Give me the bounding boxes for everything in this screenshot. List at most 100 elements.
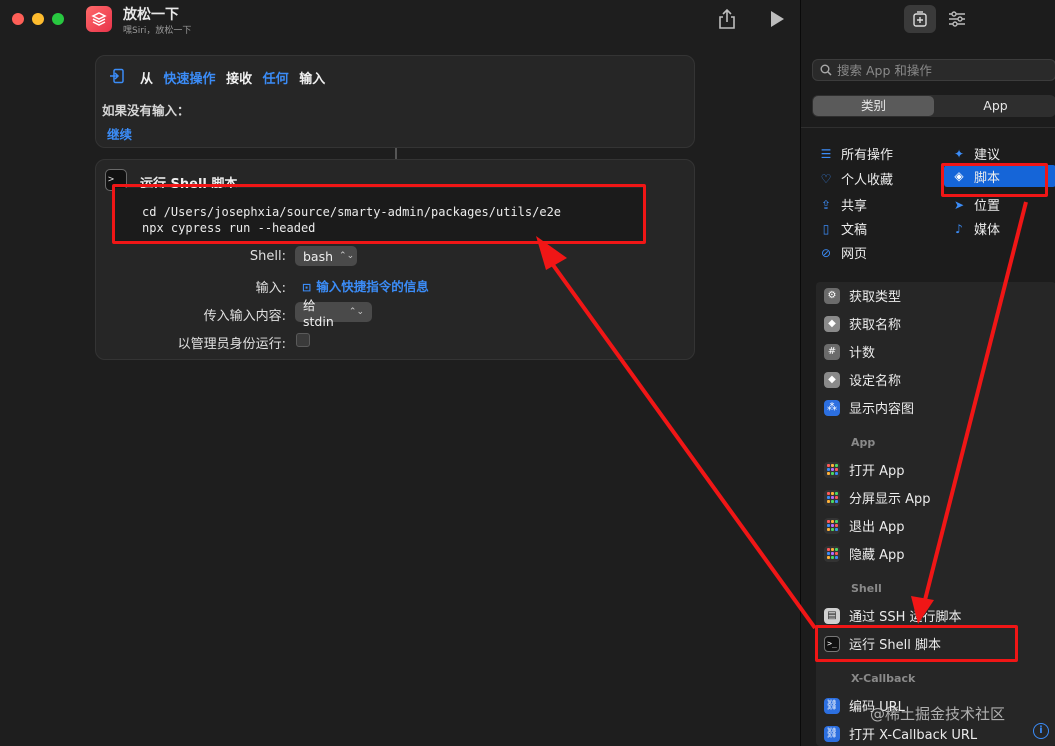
sliders-icon[interactable] (946, 8, 968, 30)
shortcut-title[interactable]: 放松一下 (123, 4, 179, 24)
run-as-admin-checkbox[interactable] (296, 333, 310, 347)
category-label: 脚本 (974, 170, 1001, 186)
source-token[interactable]: 快速操作 (164, 72, 216, 87)
pass-input-select[interactable]: 给 stdin ⌃⌄ (295, 298, 372, 329)
library-segmented-control: 类别 App (812, 95, 1055, 117)
action-label: 获取类型 (849, 290, 902, 305)
action-label: 退出 App (849, 520, 905, 535)
terminal-icon: >_ (824, 635, 840, 652)
terminal-icon: ▤ (824, 607, 840, 624)
shortcut-input-token[interactable]: ⊡ 输入快捷指令的信息 (302, 276, 429, 295)
action-open-xcallback-url[interactable]: ⛓ 打开 X-Callback URL (824, 724, 977, 743)
action-split-screen-app[interactable]: 分屏显示 App (824, 488, 931, 507)
shell-label: Shell: (249, 249, 286, 264)
action-list: ⚙ 获取类型 ◆ 获取名称 # 计数 ◆ 设定名称 ⁂ 显示内容图 App 打开 App … (816, 282, 1055, 746)
document-icon: ▯ (822, 221, 830, 236)
action-get-name[interactable]: ◆ 获取名称 (824, 314, 901, 333)
action-quit-app[interactable]: 退出 App (824, 516, 905, 535)
receive-label: 接收 (226, 72, 253, 87)
category-all-actions[interactable]: ☰ 所有操作 (819, 144, 894, 164)
receive-input-sentence: 从 快速操作 接收 任何 输入 (140, 68, 331, 87)
action-set-name[interactable]: ◆ 设定名称 (824, 370, 901, 389)
watermark: @稀土掘金技术社区 (870, 705, 1006, 723)
action-hide-app[interactable]: 隐藏 App (824, 544, 905, 563)
script-line: cd /Users/josephxia/source/smarty-admin/… (142, 205, 562, 219)
category-label: 共享 (841, 199, 868, 214)
category-label: 所有操作 (841, 148, 894, 163)
editor-pane: 放松一下 嘿Siri，放松一下 从 快速操作 接收 任何 输入 如果没有输入： … (0, 0, 800, 746)
compass-icon: ⊘ (820, 245, 832, 260)
input-label: 输入 (299, 72, 326, 87)
continue-token[interactable]: 继续 (107, 124, 132, 143)
receive-input-action[interactable]: 从 快速操作 接收 任何 输入 如果没有输入： 继续 (95, 55, 695, 148)
hash-icon: # (824, 343, 840, 360)
category-media[interactable]: ♪ 媒体 (952, 219, 1000, 239)
search-field[interactable] (812, 59, 1055, 81)
input-field-label: 输入: (255, 281, 286, 296)
run-shell-script-action[interactable]: >_ 运行 Shell 脚本 cd /Users/josephxia/sourc… (95, 159, 695, 360)
category-sharing[interactable]: ⇪ 共享 (819, 195, 868, 215)
action-count[interactable]: # 计数 (824, 342, 875, 361)
category-label: 文稿 (841, 223, 868, 238)
category-label: 个人收藏 (841, 173, 894, 188)
script-editor[interactable]: cd /Users/josephxia/source/smarty-admin/… (112, 188, 646, 243)
pass-input-label: 传入输入内容: (203, 309, 286, 324)
link-icon: ⛓ (824, 697, 840, 714)
shortcut-icon[interactable] (86, 6, 112, 32)
music-icon: ♪ (955, 221, 963, 236)
action-run-shell-script[interactable]: >_ 运行 Shell 脚本 (824, 634, 941, 653)
segment-apps[interactable]: App (935, 95, 1055, 117)
tag-icon: ◆ (824, 315, 840, 332)
tag-icon: ◆ (824, 371, 840, 388)
category-location[interactable]: ➤ 位置 (952, 195, 1001, 215)
input-arrow-icon (109, 68, 125, 88)
app-grid-icon (824, 545, 840, 562)
search-input[interactable] (837, 62, 1037, 78)
action-run-script-over-ssh[interactable]: ▤ 通过 SSH 运行脚本 (824, 606, 962, 625)
script-icon: ◈ (954, 169, 964, 183)
category-favorites[interactable]: ♡ 个人收藏 (819, 169, 894, 189)
search-icon (820, 64, 832, 76)
list-icon: ☰ (820, 146, 832, 161)
action-show-content-graph[interactable]: ⁂ 显示内容图 (824, 398, 914, 417)
shell-value: bash (303, 248, 334, 264)
action-open-app[interactable]: 打开 App (824, 460, 905, 479)
no-input-label: 如果没有输入： (102, 103, 190, 118)
category-documents[interactable]: ▯ 文稿 (819, 219, 868, 239)
section-header-xcallback: X-Callback (851, 672, 916, 685)
input-variable-icon: ⊡ (302, 281, 312, 294)
link-icon: ⛓ (824, 725, 840, 742)
sparkle-icon: ✦ (953, 146, 965, 161)
location-icon: ➤ (953, 197, 965, 212)
play-icon[interactable] (769, 10, 785, 28)
shell-select[interactable]: bash ⌃⌄ (295, 246, 357, 266)
run-as-admin-label: 以管理员身份运行: (177, 337, 286, 352)
category-label: 位置 (974, 199, 1001, 214)
action-label: 隐藏 App (849, 548, 905, 563)
category-scripting[interactable]: ◈ 脚本 (944, 165, 1055, 187)
category-label: 建议 (974, 148, 1001, 163)
action-label: 分屏显示 App (849, 492, 931, 507)
info-icon[interactable]: i (1033, 723, 1049, 739)
input-type-token[interactable]: 任何 (263, 72, 289, 87)
chevron-updown-icon: ⌃⌄ (348, 307, 364, 317)
minimize-window-button[interactable] (32, 13, 44, 25)
maximize-window-button[interactable] (52, 13, 64, 25)
script-line: npx cypress run --headed (142, 221, 316, 235)
category-web[interactable]: ⊘ 网页 (819, 243, 867, 263)
close-window-button[interactable] (12, 13, 24, 25)
chevron-updown-icon: ⌃⌄ (339, 251, 355, 261)
segment-categories[interactable]: 类别 (813, 96, 934, 116)
from-label: 从 (140, 72, 154, 87)
library-add-icon[interactable] (904, 5, 936, 33)
shortcut-subtitle: 嘿Siri，放松一下 (123, 26, 192, 36)
share-icon[interactable] (718, 8, 736, 30)
input-variable-label: 输入快捷指令的信息 (316, 279, 429, 294)
share-icon: ⇪ (820, 197, 832, 212)
title-bar: 放松一下 嘿Siri，放松一下 (0, 0, 800, 40)
category-suggestions[interactable]: ✦ 建议 (952, 144, 1001, 164)
heart-icon: ♡ (820, 171, 832, 186)
action-label: 运行 Shell 脚本 (849, 638, 941, 653)
action-get-type[interactable]: ⚙ 获取类型 (824, 286, 901, 305)
gear-icon: ⚙ (824, 287, 840, 304)
